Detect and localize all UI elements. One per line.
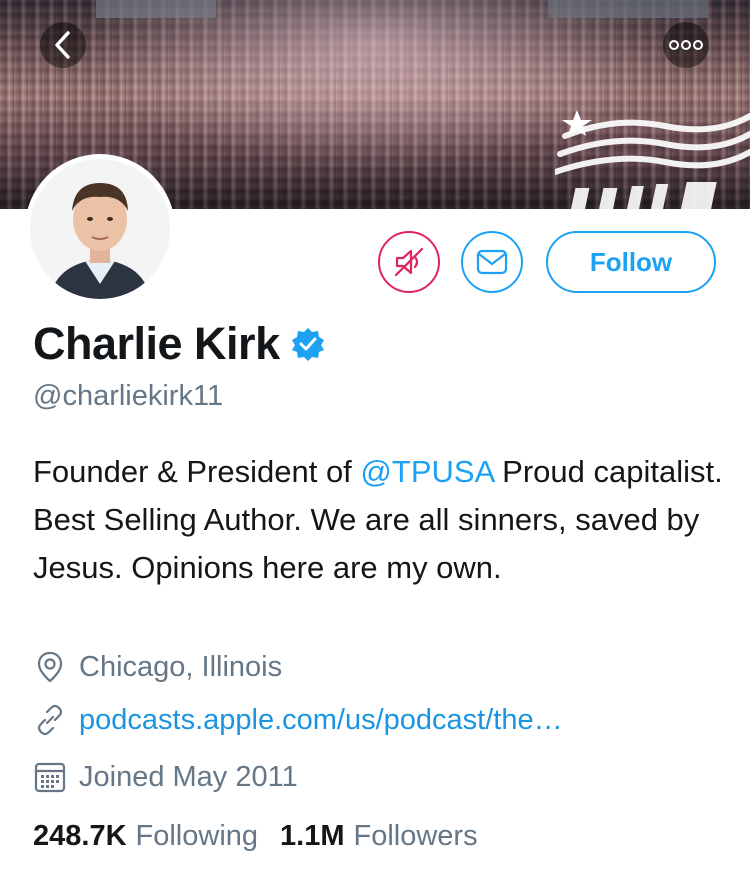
- chevron-left-icon: [55, 31, 70, 59]
- profile-name-row: Charlie Kirk: [33, 318, 326, 370]
- joined-text: Joined May 2011: [79, 760, 298, 793]
- bio-text-prefix: Founder & President of: [33, 454, 361, 489]
- location-text: Chicago, Illinois: [79, 650, 283, 683]
- profile-joined-date: Joined May 2011: [33, 760, 298, 794]
- avatar-portrait: [30, 159, 170, 299]
- ellipsis-icon: [669, 40, 703, 50]
- message-button[interactable]: [461, 231, 523, 293]
- followers-count[interactable]: 1.1M: [280, 820, 344, 853]
- profile-handle: @charliekirk11: [33, 380, 224, 412]
- more-options-button[interactable]: [663, 22, 709, 68]
- calendar-icon: [34, 762, 66, 793]
- location-pin-icon: [37, 651, 63, 683]
- mute-button[interactable]: [378, 231, 440, 293]
- banner-flag-logo: [555, 110, 750, 209]
- avatar[interactable]: [25, 154, 175, 304]
- verified-badge-icon: [291, 328, 324, 361]
- website-link[interactable]: podcasts.apple.com/us/podcast/the…: [79, 704, 563, 737]
- profile-stats: 248.7K Following 1.1M Followers: [33, 820, 500, 853]
- muted-speaker-icon: [394, 247, 424, 277]
- follow-button[interactable]: Follow: [546, 231, 716, 293]
- profile-location: Chicago, Illinois: [33, 650, 282, 684]
- back-button[interactable]: [40, 22, 86, 68]
- profile-bio: Founder & President of @TPUSA Proud capi…: [33, 448, 723, 592]
- following-label[interactable]: Following: [136, 820, 259, 853]
- link-icon: [37, 704, 63, 736]
- following-count[interactable]: 248.7K: [33, 820, 127, 853]
- envelope-icon: [476, 249, 508, 275]
- bio-mention-link[interactable]: @TPUSA: [360, 454, 493, 489]
- avatar-image: [30, 159, 170, 299]
- profile-website[interactable]: podcasts.apple.com/us/podcast/the…: [33, 703, 563, 737]
- profile-name: Charlie Kirk: [33, 318, 280, 369]
- followers-label[interactable]: Followers: [354, 820, 478, 853]
